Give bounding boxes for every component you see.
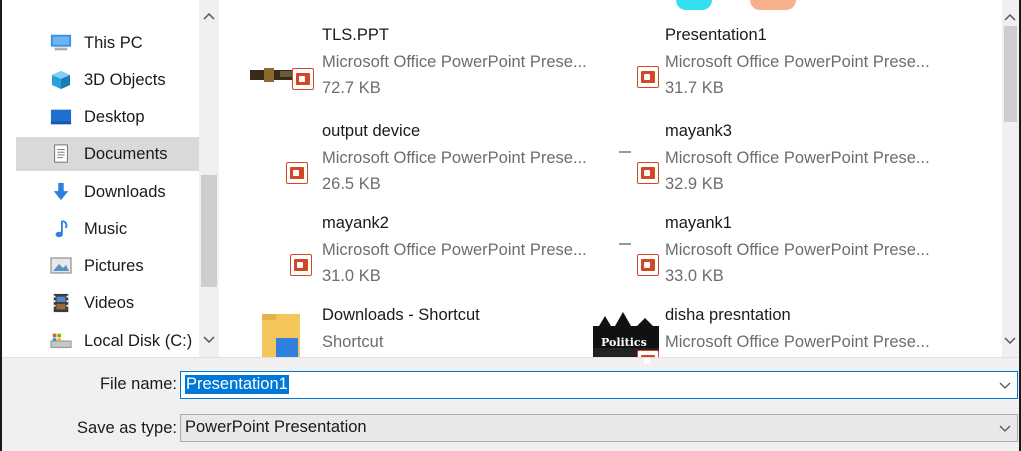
file-name: mayank3	[665, 122, 732, 140]
nav-item-pictures[interactable]: Pictures	[16, 249, 201, 283]
nav-item-documents[interactable]: Documents	[16, 137, 201, 171]
slide-thumbnail-icon	[619, 243, 631, 245]
navigation-pane: This PC 3D Objects Desktop Documents Dow…	[2, 0, 217, 357]
file-name: Presentation1	[665, 26, 767, 44]
file-type: Microsoft Office PowerPoint Prese...	[665, 53, 930, 71]
chevron-down-icon[interactable]	[999, 377, 1011, 393]
disk-icon	[50, 333, 72, 348]
file-name: TLS.PPT	[322, 26, 389, 44]
file-item[interactable]: Politics disha presntation Microsoft Off…	[563, 280, 930, 372]
file-type: Microsoft Office PowerPoint Prese...	[665, 149, 930, 167]
nav-item-this-pc[interactable]: This PC	[16, 26, 201, 60]
nav-item-label: Videos	[84, 293, 135, 312]
nav-item-desktop[interactable]: Desktop	[16, 100, 201, 134]
folder-shortcut-icon	[262, 314, 300, 357]
file-item[interactable]: TLS.PPT Microsoft Office PowerPoint Pres…	[220, 0, 587, 97]
documents-icon	[54, 144, 68, 163]
powerpoint-icon	[286, 162, 308, 184]
file-item[interactable]: mayank2 Microsoft Office PowerPoint Pres…	[220, 188, 587, 285]
computer-icon	[50, 34, 72, 51]
nav-item-3d-objects[interactable]: 3D Objects	[16, 63, 201, 97]
file-item[interactable]: output device Microsoft Office PowerPoin…	[220, 96, 587, 193]
nav-scroll-thumb[interactable]	[201, 175, 217, 287]
file-name: mayank1	[665, 214, 732, 232]
chevron-down-icon[interactable]	[999, 420, 1011, 436]
save-type-label: Save as type:	[77, 419, 177, 437]
save-type-value: PowerPoint Presentation	[185, 418, 367, 436]
file-name: mayank2	[322, 214, 389, 232]
cube-icon	[52, 71, 70, 89]
file-name-label: File name:	[99, 375, 177, 393]
nav-item-label: Pictures	[84, 256, 144, 275]
save-type-select[interactable]: PowerPoint Presentation	[180, 414, 1018, 442]
scroll-down-icon[interactable]	[1004, 332, 1016, 350]
nav-item-label: Documents	[84, 144, 168, 163]
nav-item-downloads[interactable]: Downloads	[16, 175, 201, 209]
powerpoint-icon	[637, 162, 659, 184]
file-list-scrollbar[interactable]	[1002, 0, 1019, 357]
scroll-up-icon[interactable]	[1004, 8, 1016, 26]
file-type: Microsoft Office PowerPoint Prese...	[665, 333, 930, 351]
file-name: output device	[322, 122, 421, 140]
file-item[interactable]: mayank3 Microsoft Office PowerPoint Pres…	[563, 96, 930, 193]
file-type: Microsoft Office PowerPoint Prese...	[322, 53, 587, 71]
file-name: disha presntation	[665, 306, 791, 324]
nav-item-label: Local Disk (C:)	[84, 331, 193, 350]
thumbnail-text: Politics	[601, 336, 647, 349]
powerpoint-icon	[637, 254, 659, 276]
nav-item-label: 3D Objects	[84, 70, 166, 89]
file-type: Microsoft Office PowerPoint Prese...	[322, 241, 587, 259]
nav-item-music[interactable]: Music	[16, 212, 201, 246]
file-type: Shortcut	[322, 333, 384, 351]
nav-item-videos[interactable]: Videos	[16, 286, 201, 320]
nav-item-label: This PC	[84, 33, 143, 52]
file-name-input[interactable]: Presentation1	[180, 371, 1018, 399]
scroll-up-icon[interactable]	[199, 6, 219, 26]
file-list: TLS.PPT Microsoft Office PowerPoint Pres…	[220, 0, 1002, 372]
file-name-value: Presentation1	[185, 375, 289, 394]
nav-item-label: Desktop	[84, 107, 145, 126]
pictures-icon	[50, 257, 72, 274]
nav-item-local-disk[interactable]: Local Disk (C:)	[16, 324, 201, 358]
music-note-icon	[55, 220, 68, 238]
save-form: File name: Presentation1 Save as type: P…	[2, 357, 1019, 451]
desktop-icon	[50, 109, 72, 125]
file-item[interactable]: Downloads - Shortcut Shortcut	[220, 280, 560, 357]
file-list-scroll-thumb[interactable]	[1004, 26, 1017, 122]
file-type: Microsoft Office PowerPoint Prese...	[665, 241, 930, 259]
nav-item-label: Music	[84, 219, 128, 238]
nav-item-label: Downloads	[84, 182, 166, 201]
powerpoint-icon	[292, 68, 314, 90]
scroll-down-icon[interactable]	[199, 330, 219, 350]
file-type: Microsoft Office PowerPoint Prese...	[322, 149, 587, 167]
slide-thumbnail-icon	[619, 151, 631, 153]
download-arrow-icon	[53, 182, 69, 201]
nav-scrollbar[interactable]	[199, 0, 219, 357]
film-icon	[53, 293, 69, 313]
powerpoint-icon	[637, 66, 659, 88]
file-item[interactable]: Presentation1 Microsoft Office PowerPoin…	[563, 0, 930, 97]
powerpoint-icon	[290, 254, 312, 276]
file-name: Downloads - Shortcut	[322, 306, 480, 324]
file-item[interactable]: mayank1 Microsoft Office PowerPoint Pres…	[563, 188, 930, 285]
